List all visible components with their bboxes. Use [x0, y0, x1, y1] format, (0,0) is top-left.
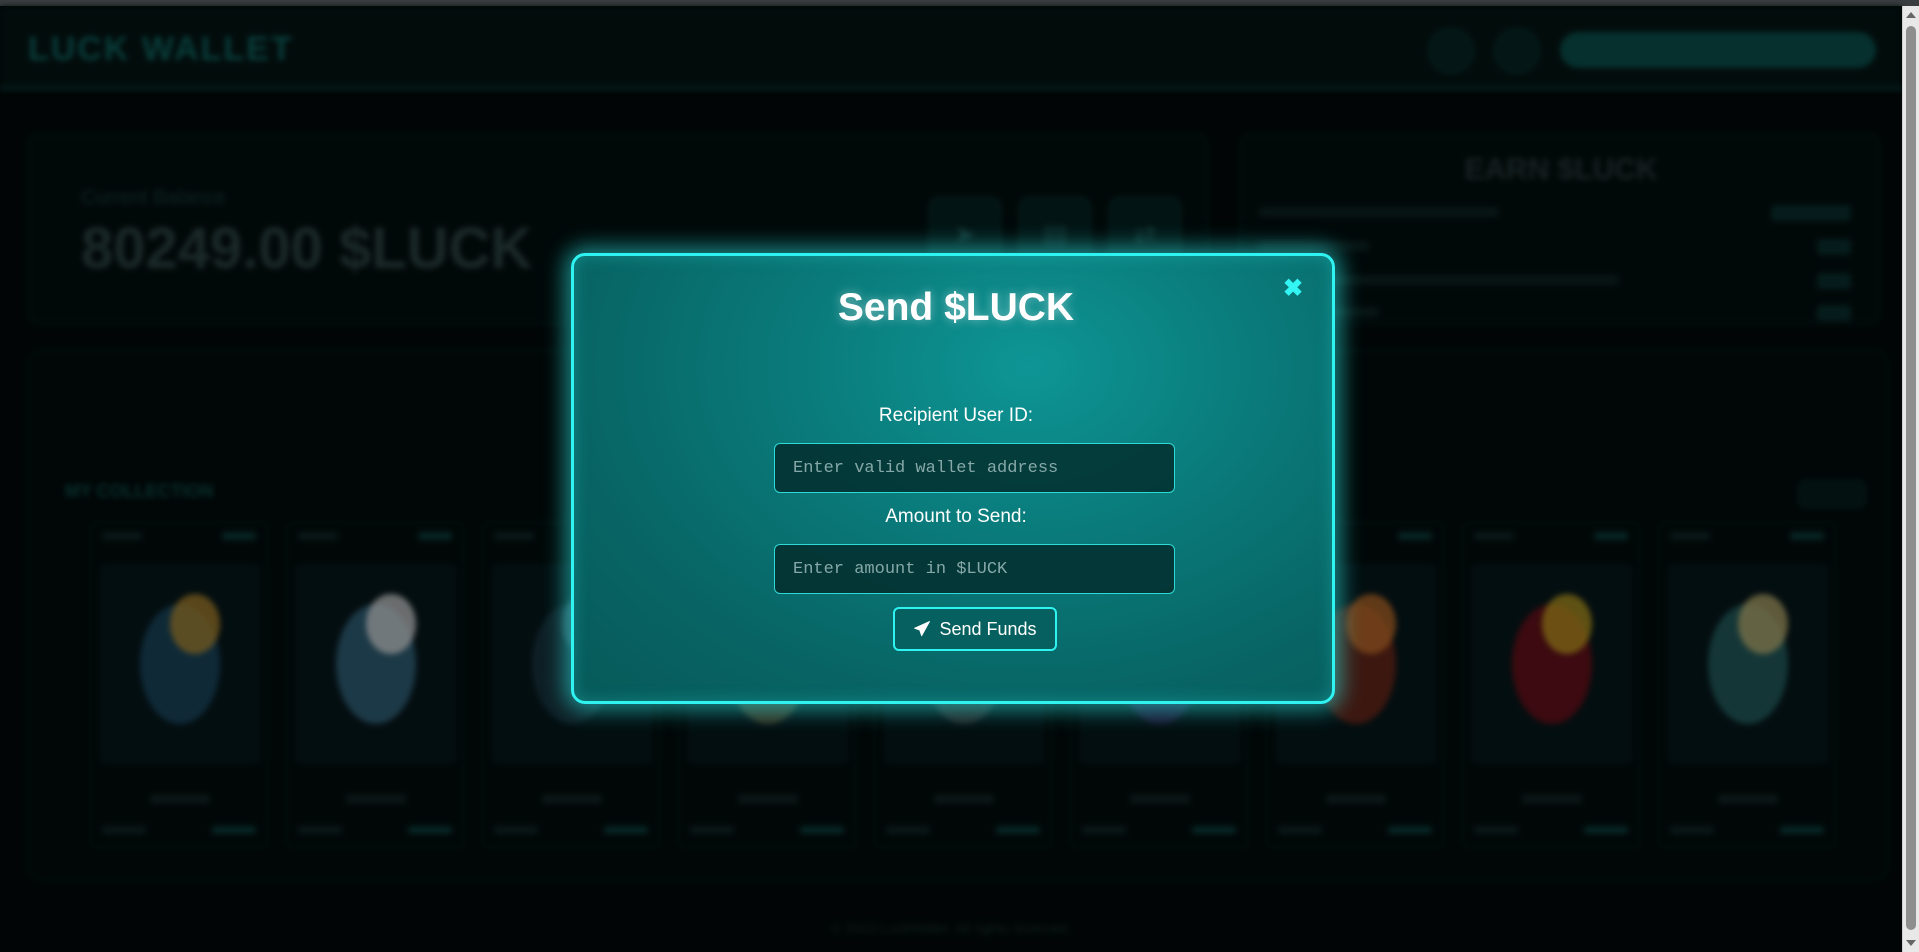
scroll-up-icon[interactable] — [1906, 12, 1916, 18]
amount-input[interactable] — [774, 544, 1175, 594]
paper-plane-icon — [914, 621, 931, 637]
scroll-down-icon[interactable] — [1906, 940, 1916, 946]
amount-label: Amount to Send: — [885, 506, 1027, 527]
modal-title: Send $LUCK — [837, 286, 1075, 329]
recipient-input[interactable] — [774, 443, 1175, 493]
recipient-label: Recipient User ID: — [878, 405, 1034, 426]
send-funds-button[interactable]: Send Funds — [893, 607, 1057, 651]
scrollbar-thumb[interactable] — [1906, 26, 1916, 930]
vertical-scrollbar[interactable] — [1902, 6, 1919, 952]
close-icon[interactable]: ✖ — [1282, 277, 1304, 301]
send-luck-modal: Send $LUCK ✖ Recipient User ID: Amount t… — [571, 253, 1335, 704]
send-funds-label: Send Funds — [939, 618, 1037, 639]
